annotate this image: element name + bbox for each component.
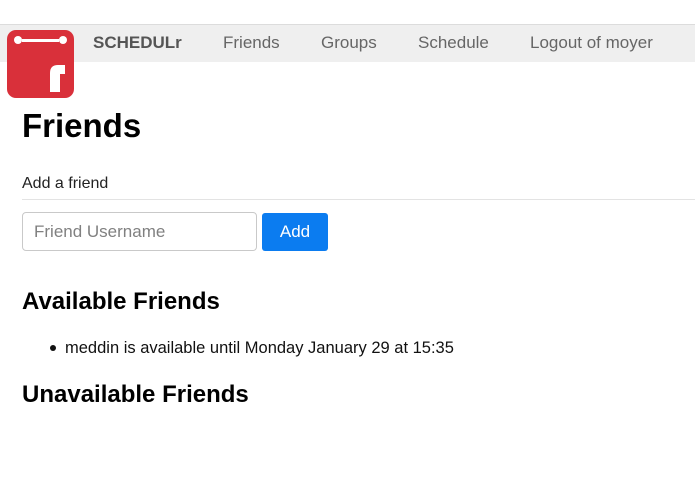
calendar-r-logo-icon[interactable]: [7, 30, 74, 98]
nav-link-schedule[interactable]: Schedule: [418, 33, 489, 53]
nav-link-groups[interactable]: Groups: [321, 33, 377, 53]
available-friends-heading: Available Friends: [22, 288, 220, 315]
unavailable-friends-heading: Unavailable Friends: [22, 381, 249, 408]
friend-username-input[interactable]: [22, 212, 257, 251]
available-friends-list: meddin is available until Monday January…: [49, 338, 454, 358]
divider: [22, 199, 695, 200]
add-friend-label: Add a friend: [22, 175, 109, 192]
nav-link-logout[interactable]: Logout of moyer: [530, 33, 653, 53]
bullet-icon: [50, 345, 56, 351]
list-item: meddin is available until Monday January…: [49, 338, 454, 358]
nav-link-friends[interactable]: Friends: [223, 33, 280, 53]
add-friend-button[interactable]: Add: [262, 213, 328, 251]
page-title: Friends: [22, 107, 142, 144]
friend-availability-text: meddin is available until Monday January…: [65, 339, 454, 357]
brand-name[interactable]: SCHEDULr: [93, 33, 182, 53]
